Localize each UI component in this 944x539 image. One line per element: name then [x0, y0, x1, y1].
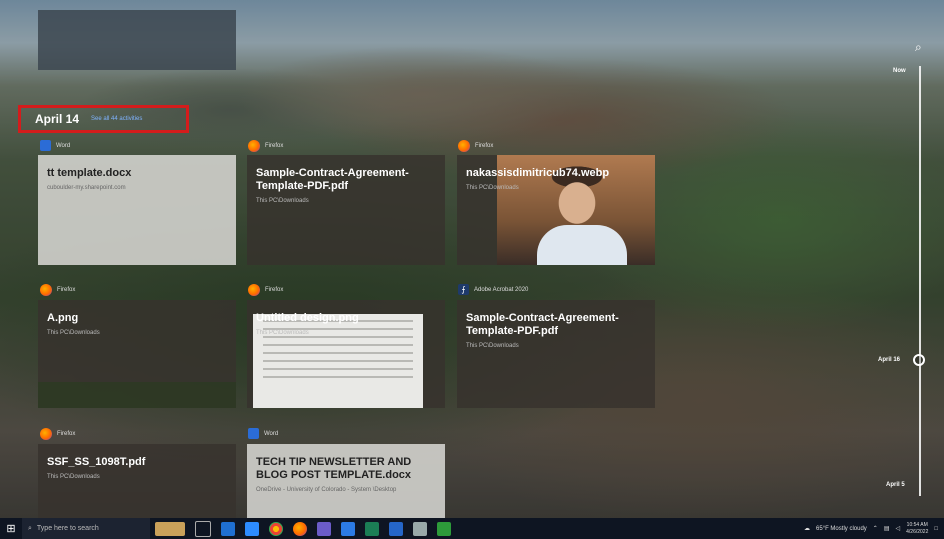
- card-title: Sample-Contract-Agreement-Template-PDF.p…: [256, 167, 409, 192]
- card-app-header: Word: [248, 428, 278, 439]
- activity-card-a-png[interactable]: A.png This PC\Downloads: [38, 300, 236, 408]
- activity-card-webp-image[interactable]: nakassisdimitricub74.webp This PC\Downlo…: [457, 155, 655, 265]
- search-icon: ⌕: [28, 524, 32, 532]
- timeline-label-april-16[interactable]: April 16: [878, 357, 900, 363]
- clock[interactable]: 10:54 AM 4/26/2022: [906, 522, 928, 536]
- firefox-icon: [458, 140, 470, 152]
- card-subtitle: cuboulder-my.sharepoint.com: [47, 185, 126, 191]
- store-icon[interactable]: [245, 521, 259, 536]
- volume-icon[interactable]: ◁: [896, 525, 901, 532]
- card-title: nakassisdimitricub74.webp: [466, 167, 610, 179]
- search-icon[interactable]: ⌕: [915, 40, 922, 55]
- windows-start-icon[interactable]: ⊞: [0, 522, 22, 535]
- previous-activity-card[interactable]: [38, 10, 236, 70]
- card-subtitle: This PC\Downloads: [256, 198, 309, 204]
- activity-card-sample-contract-acrobat[interactable]: Sample-Contract-Agreement-Template-PDF.p…: [457, 300, 655, 408]
- cortana-illustration-icon[interactable]: [155, 521, 185, 536]
- firefox-icon: [248, 284, 260, 296]
- taskbar: ⊞ ⌕ Type here to search ☁ 65°F Mostly cl…: [0, 518, 944, 539]
- card-app-header: Word: [40, 140, 70, 151]
- card-app-header: Firefox: [248, 284, 283, 296]
- green-app-icon[interactable]: [437, 521, 451, 536]
- card-app-header: Firefox: [248, 140, 283, 152]
- card-app-header: Firefox: [40, 428, 75, 440]
- card-title: tt template.docx: [47, 167, 132, 179]
- teams-icon[interactable]: [317, 521, 331, 536]
- notifications-icon[interactable]: □: [934, 526, 938, 532]
- card-subtitle: This PC\Downloads: [47, 474, 100, 480]
- timeline-handle[interactable]: [913, 354, 925, 366]
- firefox-icon[interactable]: [293, 521, 307, 536]
- card-subtitle: This PC\Downloads: [47, 330, 100, 336]
- date-header: April 14 See all 44 activities: [18, 105, 189, 133]
- chevron-up-icon[interactable]: ⌃: [873, 525, 878, 532]
- weather-text[interactable]: 65°F Mostly cloudy: [816, 526, 867, 532]
- word-icon: [248, 428, 259, 439]
- acrobat-icon: ⨍: [458, 284, 469, 295]
- document-thumbnail: [253, 314, 423, 408]
- card-title: SSF_SS_1098T.pdf: [47, 456, 146, 468]
- firefox-icon: [40, 284, 52, 296]
- date-title: April 14: [35, 112, 80, 126]
- firefox-icon: [248, 140, 260, 152]
- image-thumbnail-strip: [38, 382, 236, 408]
- card-subtitle: This PC\Downloads: [256, 330, 309, 336]
- chrome-icon[interactable]: [269, 521, 283, 536]
- snipping-tool-icon[interactable]: [413, 521, 427, 536]
- network-icon[interactable]: ▤: [884, 525, 890, 532]
- card-app-header: ⨍ Adobe Acrobat 2020: [458, 284, 528, 295]
- system-tray: ☁ 65°F Mostly cloudy ⌃ ▤ ◁ 10:54 AM 4/26…: [804, 518, 938, 539]
- word-icon: [40, 140, 51, 151]
- card-subtitle: This PC\Downloads: [466, 185, 519, 191]
- file-explorer-icon[interactable]: [341, 521, 355, 536]
- card-subtitle: This PC\Downloads: [466, 343, 519, 349]
- timeline-scrollbar[interactable]: [919, 66, 921, 496]
- card-title: TECH TIP NEWSLETTER AND BLOG POST TEMPLA…: [256, 456, 412, 481]
- word-icon[interactable]: [389, 521, 403, 536]
- firefox-icon: [40, 428, 52, 440]
- card-title: Untitled design.png: [256, 312, 359, 324]
- weather-icon: ☁: [804, 526, 811, 532]
- app-icon[interactable]: [365, 521, 379, 536]
- taskbar-search-box[interactable]: ⌕ Type here to search: [22, 518, 150, 539]
- timeline-label-now[interactable]: Now: [893, 68, 906, 74]
- timeline-label-april-5[interactable]: April 5: [886, 482, 905, 488]
- activity-card-tech-tip-newsletter[interactable]: TECH TIP NEWSLETTER AND BLOG POST TEMPLA…: [247, 444, 445, 518]
- activity-card-sample-contract-pdf[interactable]: Sample-Contract-Agreement-Template-PDF.p…: [247, 155, 445, 265]
- task-view-icon[interactable]: [195, 520, 211, 537]
- card-title: Sample-Contract-Agreement-Template-PDF.p…: [466, 312, 619, 337]
- activity-card-tt-template[interactable]: tt template.docx cuboulder-my.sharepoint…: [38, 155, 236, 265]
- card-title: A.png: [47, 312, 79, 324]
- see-all-activities-link[interactable]: See all 44 activities: [91, 116, 142, 122]
- card-subtitle: OneDrive - University of Colorado - Syst…: [256, 487, 397, 493]
- activity-card-ssf-1098t[interactable]: SSF_SS_1098T.pdf This PC\Downloads: [38, 444, 236, 518]
- card-app-header: Firefox: [458, 140, 493, 152]
- taskbar-search-placeholder: Type here to search: [36, 525, 99, 532]
- mail-icon[interactable]: [221, 521, 235, 536]
- card-app-header: Firefox: [40, 284, 75, 296]
- activity-card-untitled-design[interactable]: Untitled design.png This PC\Downloads: [247, 300, 445, 408]
